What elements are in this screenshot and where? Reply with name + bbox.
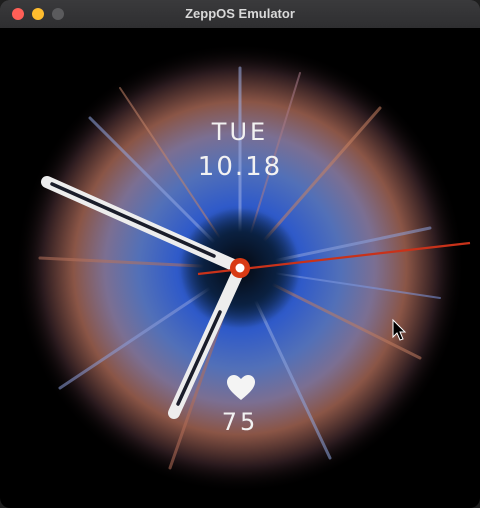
watchface-graphics [15, 43, 471, 493]
heart-rate-value: 75 [221, 408, 259, 436]
window-title: ZeppOS Emulator [185, 6, 295, 21]
watch-screen[interactable]: TUE 10.18 75 [0, 28, 480, 508]
emulator-window: ZeppOS Emulator TUE 10.18 75 [0, 0, 480, 508]
center-pin-core [235, 263, 245, 273]
date-label: 10.18 [197, 152, 283, 182]
heart-icon [227, 375, 255, 400]
title-bar[interactable]: ZeppOS Emulator [0, 0, 480, 29]
weekday-label: TUE [211, 118, 269, 146]
